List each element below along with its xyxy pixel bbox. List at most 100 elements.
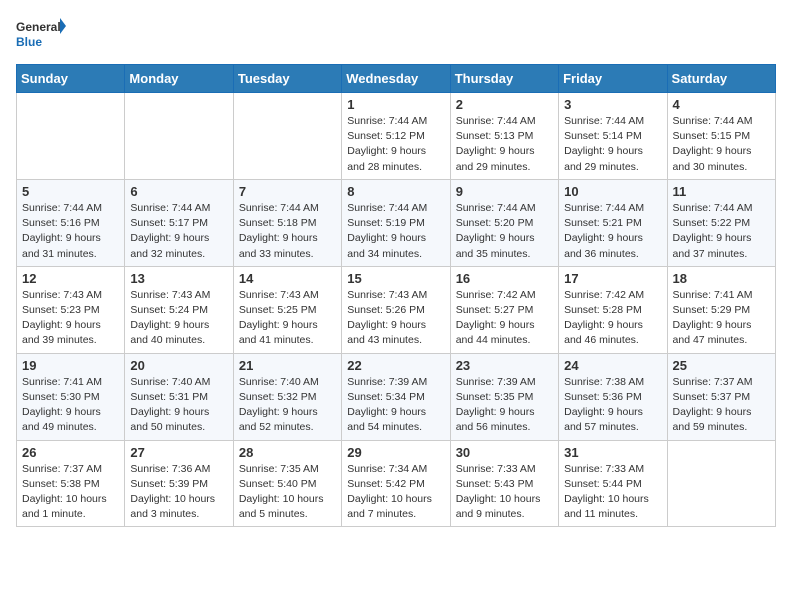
day-number: 21 [239, 358, 336, 373]
calendar-day-21: 21 Sunrise: 7:40 AM Sunset: 5:32 PM Dayli… [233, 353, 341, 440]
day-number: 22 [347, 358, 444, 373]
day-info: Sunrise: 7:44 AM Sunset: 5:14 PM Dayligh… [564, 114, 661, 175]
day-number: 27 [130, 445, 227, 460]
calendar-week-4: 19Sunrise: 7:41 AM Sunset: 5:30 PM Dayli… [17, 353, 776, 440]
calendar-day-6: 6 Sunrise: 7:44 AM Sunset: 5:17 PM Daylig… [125, 179, 233, 266]
svg-text:General: General [16, 20, 61, 34]
day-number: 8 [347, 184, 444, 199]
day-info: Sunrise: 7:44 AM Sunset: 5:16 PM Dayligh… [22, 201, 119, 262]
day-number: 31 [564, 445, 661, 460]
calendar-day-18: 18 Sunrise: 7:41 AM Sunset: 5:29 PM Dayli… [667, 266, 775, 353]
logo: General Blue [16, 16, 66, 52]
page-header: General Blue [16, 16, 776, 52]
weekday-header-friday: Friday [559, 65, 667, 93]
calendar-day-30: 30 Sunrise: 7:33 AM Sunset: 5:43 PM Dayli… [450, 440, 558, 527]
day-info: Sunrise: 7:43 AM Sunset: 5:24 PM Dayligh… [130, 288, 227, 349]
day-number: 3 [564, 97, 661, 112]
calendar-day-5: 5 Sunrise: 7:44 AM Sunset: 5:16 PM Daylig… [17, 179, 125, 266]
svg-text:Blue: Blue [16, 35, 42, 49]
day-info: Sunrise: 7:33 AM Sunset: 5:43 PM Dayligh… [456, 462, 553, 523]
calendar-week-5: 26Sunrise: 7:37 AM Sunset: 5:38 PM Dayli… [17, 440, 776, 527]
day-info: Sunrise: 7:44 AM Sunset: 5:15 PM Dayligh… [673, 114, 770, 175]
calendar-day-14: 14 Sunrise: 7:43 AM Sunset: 5:25 PM Dayli… [233, 266, 341, 353]
logo-svg: General Blue [16, 16, 66, 52]
calendar-day-1: 1 Sunrise: 7:44 AM Sunset: 5:12 PM Daylig… [342, 93, 450, 180]
calendar-day-12: 12 Sunrise: 7:43 AM Sunset: 5:23 PM Dayli… [17, 266, 125, 353]
day-info: Sunrise: 7:39 AM Sunset: 5:35 PM Dayligh… [456, 375, 553, 436]
day-number: 1 [347, 97, 444, 112]
empty-cell [233, 93, 341, 180]
day-info: Sunrise: 7:43 AM Sunset: 5:26 PM Dayligh… [347, 288, 444, 349]
day-number: 9 [456, 184, 553, 199]
day-info: Sunrise: 7:44 AM Sunset: 5:22 PM Dayligh… [673, 201, 770, 262]
weekday-header-row: SundayMondayTuesdayWednesdayThursdayFrid… [17, 65, 776, 93]
calendar-day-8: 8 Sunrise: 7:44 AM Sunset: 5:19 PM Daylig… [342, 179, 450, 266]
calendar-day-23: 23 Sunrise: 7:39 AM Sunset: 5:35 PM Dayli… [450, 353, 558, 440]
empty-cell [125, 93, 233, 180]
calendar-day-3: 3 Sunrise: 7:44 AM Sunset: 5:14 PM Daylig… [559, 93, 667, 180]
day-number: 14 [239, 271, 336, 286]
calendar-day-4: 4 Sunrise: 7:44 AM Sunset: 5:15 PM Daylig… [667, 93, 775, 180]
day-number: 7 [239, 184, 336, 199]
day-info: Sunrise: 7:43 AM Sunset: 5:23 PM Dayligh… [22, 288, 119, 349]
day-number: 12 [22, 271, 119, 286]
calendar-week-3: 12 Sunrise: 7:43 AM Sunset: 5:23 PM Dayli… [17, 266, 776, 353]
calendar-day-20: 20Sunrise: 7:40 AM Sunset: 5:31 PM Dayli… [125, 353, 233, 440]
day-info: Sunrise: 7:40 AM Sunset: 5:32 PM Dayligh… [239, 375, 336, 436]
weekday-header-monday: Monday [125, 65, 233, 93]
calendar-table: SundayMondayTuesdayWednesdayThursdayFrid… [16, 64, 776, 527]
weekday-header-saturday: Saturday [667, 65, 775, 93]
day-number: 25 [673, 358, 770, 373]
day-info: Sunrise: 7:42 AM Sunset: 5:28 PM Dayligh… [564, 288, 661, 349]
day-info: Sunrise: 7:42 AM Sunset: 5:27 PM Dayligh… [456, 288, 553, 349]
calendar-day-16: 16 Sunrise: 7:42 AM Sunset: 5:27 PM Dayli… [450, 266, 558, 353]
empty-cell [17, 93, 125, 180]
calendar-day-29: 29Sunrise: 7:34 AM Sunset: 5:42 PM Dayli… [342, 440, 450, 527]
day-info: Sunrise: 7:44 AM Sunset: 5:21 PM Dayligh… [564, 201, 661, 262]
day-number: 6 [130, 184, 227, 199]
day-info: Sunrise: 7:44 AM Sunset: 5:12 PM Dayligh… [347, 114, 444, 175]
weekday-header-tuesday: Tuesday [233, 65, 341, 93]
day-info: Sunrise: 7:44 AM Sunset: 5:17 PM Dayligh… [130, 201, 227, 262]
day-info: Sunrise: 7:43 AM Sunset: 5:25 PM Dayligh… [239, 288, 336, 349]
day-number: 4 [673, 97, 770, 112]
calendar-day-25: 25 Sunrise: 7:37 AM Sunset: 5:37 PM Dayli… [667, 353, 775, 440]
day-number: 18 [673, 271, 770, 286]
calendar-day-11: 11 Sunrise: 7:44 AM Sunset: 5:22 PM Dayli… [667, 179, 775, 266]
calendar-day-28: 28 Sunrise: 7:35 AM Sunset: 5:40 PM Dayli… [233, 440, 341, 527]
weekday-header-wednesday: Wednesday [342, 65, 450, 93]
day-number: 23 [456, 358, 553, 373]
calendar-day-15: 15 Sunrise: 7:43 AM Sunset: 5:26 PM Dayli… [342, 266, 450, 353]
calendar-day-2: 2Sunrise: 7:44 AM Sunset: 5:13 PM Daylig… [450, 93, 558, 180]
day-number: 26 [22, 445, 119, 460]
day-number: 24 [564, 358, 661, 373]
day-info: Sunrise: 7:37 AM Sunset: 5:37 PM Dayligh… [673, 375, 770, 436]
calendar-day-17: 17Sunrise: 7:42 AM Sunset: 5:28 PM Dayli… [559, 266, 667, 353]
weekday-header-sunday: Sunday [17, 65, 125, 93]
calendar-day-7: 7Sunrise: 7:44 AM Sunset: 5:18 PM Daylig… [233, 179, 341, 266]
empty-cell [667, 440, 775, 527]
day-number: 13 [130, 271, 227, 286]
calendar-week-1: 1 Sunrise: 7:44 AM Sunset: 5:12 PM Daylig… [17, 93, 776, 180]
day-info: Sunrise: 7:35 AM Sunset: 5:40 PM Dayligh… [239, 462, 336, 523]
calendar-day-9: 9Sunrise: 7:44 AM Sunset: 5:20 PM Daylig… [450, 179, 558, 266]
weekday-header-thursday: Thursday [450, 65, 558, 93]
day-number: 16 [456, 271, 553, 286]
day-number: 11 [673, 184, 770, 199]
day-number: 20 [130, 358, 227, 373]
day-number: 10 [564, 184, 661, 199]
day-number: 15 [347, 271, 444, 286]
day-info: Sunrise: 7:41 AM Sunset: 5:29 PM Dayligh… [673, 288, 770, 349]
day-number: 5 [22, 184, 119, 199]
day-info: Sunrise: 7:38 AM Sunset: 5:36 PM Dayligh… [564, 375, 661, 436]
day-info: Sunrise: 7:39 AM Sunset: 5:34 PM Dayligh… [347, 375, 444, 436]
calendar-week-2: 5 Sunrise: 7:44 AM Sunset: 5:16 PM Daylig… [17, 179, 776, 266]
day-number: 30 [456, 445, 553, 460]
day-info: Sunrise: 7:44 AM Sunset: 5:19 PM Dayligh… [347, 201, 444, 262]
day-number: 19 [22, 358, 119, 373]
calendar-day-22: 22 Sunrise: 7:39 AM Sunset: 5:34 PM Dayli… [342, 353, 450, 440]
calendar-day-27: 27Sunrise: 7:36 AM Sunset: 5:39 PM Dayli… [125, 440, 233, 527]
day-info: Sunrise: 7:34 AM Sunset: 5:42 PM Dayligh… [347, 462, 444, 523]
day-number: 28 [239, 445, 336, 460]
day-number: 2 [456, 97, 553, 112]
